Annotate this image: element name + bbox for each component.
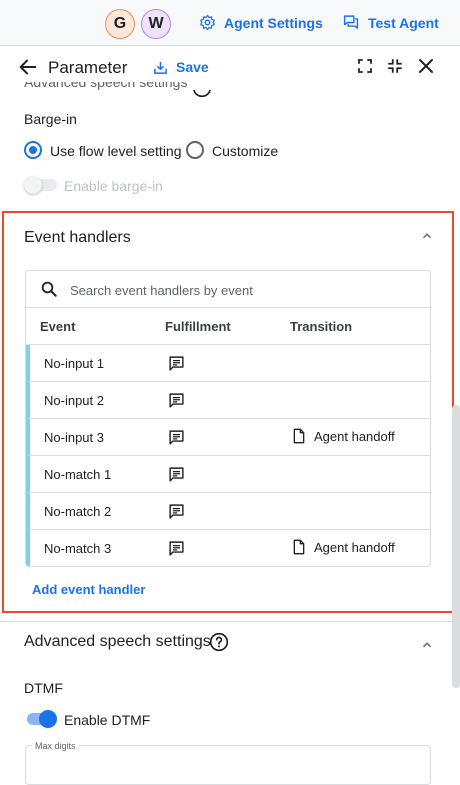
chat-bubbles-icon — [343, 15, 359, 29]
max-digits-field[interactable] — [25, 745, 431, 785]
event-cell: No-input 2 — [44, 393, 104, 408]
enable-barge-in-label: Enable barge-in — [64, 178, 163, 194]
max-digits-label: Max digits — [32, 741, 79, 751]
event-cell: No-match 1 — [44, 467, 112, 482]
table-row[interactable]: No-match 1 — [26, 456, 430, 493]
search-input[interactable] — [70, 280, 410, 300]
message-icon — [169, 541, 184, 556]
table-row[interactable]: No-input 1 — [26, 345, 430, 382]
fulfillment-cell — [168, 429, 185, 451]
scrollbar[interactable] — [452, 405, 460, 688]
column-header-fulfillment[interactable]: Fulfillment — [165, 319, 231, 334]
chevron-up-icon[interactable] — [420, 229, 434, 243]
agent-settings-label: Agent Settings — [224, 14, 323, 31]
column-header-event[interactable]: Event — [40, 319, 75, 334]
fulfillment-cell — [168, 355, 185, 377]
message-icon — [169, 504, 184, 519]
event-handlers-title: Event handlers — [24, 229, 131, 246]
gear-icon — [200, 14, 215, 31]
event-cell: No-input 1 — [44, 356, 104, 371]
fullscreen-icon[interactable] — [356, 57, 374, 75]
event-handlers-table: Event Fulfillment Transition No-input 1 N… — [25, 270, 431, 567]
test-agent-label: Test Agent — [368, 14, 439, 31]
message-icon — [169, 393, 184, 408]
radio-customize[interactable] — [186, 141, 204, 159]
back-arrow-icon[interactable] — [17, 56, 39, 78]
fulfillment-cell — [168, 466, 185, 488]
toggle-thumb — [24, 176, 42, 194]
message-icon — [169, 467, 184, 482]
save-icon — [154, 61, 167, 74]
section-divider — [0, 621, 452, 622]
add-event-handler-button[interactable]: Add event handler — [32, 582, 145, 597]
document-icon — [293, 428, 305, 444]
event-cell: No-match 3 — [44, 541, 112, 556]
fulfillment-cell — [168, 392, 185, 414]
radio-use-flow-level-label: Use flow level setting — [50, 143, 182, 159]
close-icon[interactable] — [417, 57, 435, 75]
table-header: Event Fulfillment Transition — [26, 308, 430, 345]
table-row[interactable]: No-input 3 Agent handoff — [26, 419, 430, 456]
enable-dtmf-label: Enable DTMF — [64, 712, 151, 728]
event-cell: No-input 3 — [44, 430, 104, 445]
panel-title: Parameter — [48, 58, 128, 77]
message-icon — [169, 356, 184, 371]
radio-use-flow-level[interactable] — [24, 141, 42, 159]
table-row[interactable]: No-match 3 Agent handoff — [26, 530, 430, 566]
test-agent-link[interactable]: Test Agent — [342, 14, 439, 31]
avatar-w[interactable]: W — [141, 9, 171, 39]
transition-label: Agent handoff — [314, 428, 395, 444]
barge-in-title: Barge-in — [24, 111, 77, 127]
advanced-speech-title: Advanced speech settings — [24, 633, 211, 650]
toggle-thumb — [39, 710, 57, 728]
search-row — [26, 271, 430, 308]
radio-customize-label: Customize — [212, 143, 279, 159]
dtmf-title: DTMF — [24, 680, 63, 696]
collapse-panel-icon[interactable] — [386, 57, 404, 75]
top-bar: G W Agent Settings Test Agent — [0, 0, 460, 46]
transition-cell: Agent handoff — [292, 539, 395, 555]
save-button[interactable]: Save — [153, 59, 209, 75]
event-cell: No-match 2 — [44, 504, 112, 519]
fulfillment-cell — [168, 540, 185, 562]
document-icon — [293, 539, 305, 555]
column-header-transition[interactable]: Transition — [290, 319, 352, 334]
help-icon[interactable] — [209, 632, 229, 652]
avatar-g[interactable]: G — [105, 9, 135, 39]
transition-cell: Agent handoff — [292, 428, 395, 444]
table-row[interactable]: No-match 2 — [26, 493, 430, 530]
search-icon — [41, 281, 57, 297]
transition-label: Agent handoff — [314, 539, 395, 555]
message-icon — [169, 430, 184, 445]
fulfillment-cell — [168, 503, 185, 525]
save-label: Save — [176, 59, 209, 75]
agent-settings-link[interactable]: Agent Settings — [199, 14, 323, 31]
table-row[interactable]: No-input 2 — [26, 382, 430, 419]
chevron-up-icon[interactable] — [420, 638, 434, 652]
